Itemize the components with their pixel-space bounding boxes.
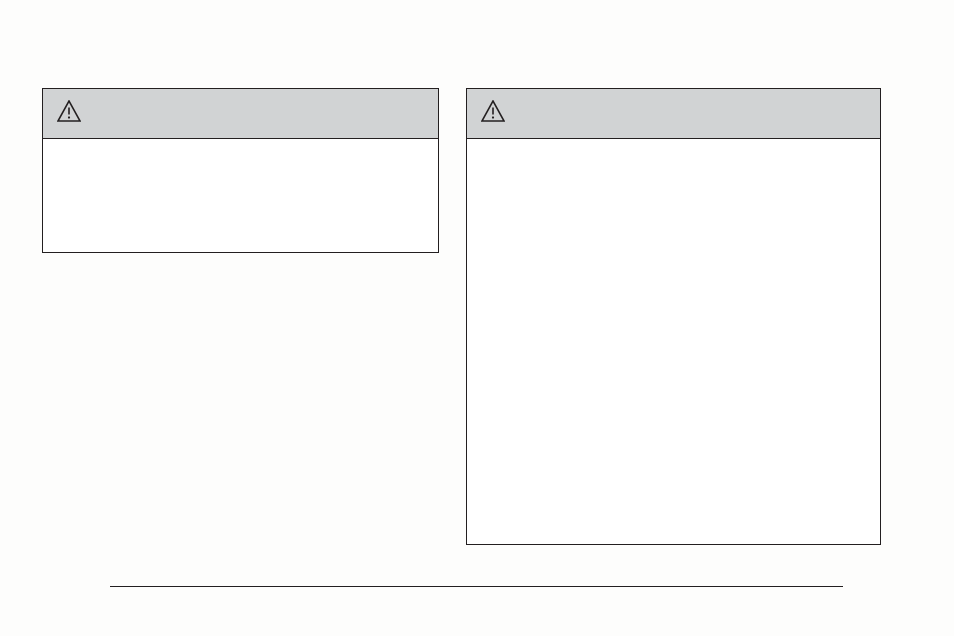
horizontal-divider (110, 586, 843, 587)
warning-icon (57, 100, 81, 127)
warning-header-left (43, 89, 438, 139)
warning-icon (481, 100, 505, 127)
warning-header-right (467, 89, 880, 139)
warning-box-left (42, 88, 439, 253)
warning-box-right (466, 88, 881, 545)
